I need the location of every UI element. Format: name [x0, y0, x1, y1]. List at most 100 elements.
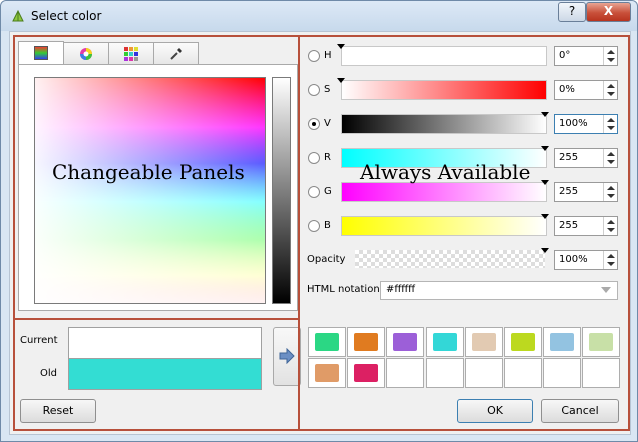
swatch-cell[interactable]	[543, 358, 582, 388]
spinbox-g[interactable]: 255	[554, 182, 618, 202]
swatch-color	[432, 333, 457, 351]
old-color-swatch[interactable]	[68, 358, 262, 390]
slider-marker[interactable]	[541, 146, 549, 151]
swatch-color	[354, 364, 379, 382]
window-title: Select color	[31, 9, 102, 23]
channel-label-s: S	[324, 84, 331, 95]
swatch-cell[interactable]	[582, 327, 621, 357]
current-color-swatch	[68, 327, 262, 359]
changeable-panels-label: Changeable Panels	[52, 160, 245, 184]
opacity-bar[interactable]	[355, 250, 545, 268]
swatch-cell[interactable]	[425, 327, 464, 357]
swatch-cell[interactable]	[347, 358, 386, 388]
radio-s[interactable]	[308, 84, 320, 96]
spin-up-icon[interactable]	[607, 186, 615, 190]
reset-button[interactable]: Reset	[20, 399, 96, 423]
radio-b[interactable]	[308, 220, 320, 232]
hue-gradient	[35, 78, 265, 303]
swatch-cell[interactable]	[504, 327, 542, 357]
swatch-color	[471, 333, 496, 351]
spin-up-icon[interactable]	[607, 118, 615, 122]
channel-slider-b[interactable]	[341, 216, 547, 236]
spin-up-icon[interactable]	[607, 50, 615, 54]
qgis-icon	[12, 9, 24, 22]
opacity-marker[interactable]	[541, 248, 549, 253]
add-to-swatches-button[interactable]	[273, 327, 301, 386]
saturation-value-area[interactable]	[34, 77, 266, 304]
swatch-color	[354, 333, 379, 351]
grid-icon	[124, 47, 138, 61]
swatch-cell[interactable]	[386, 358, 425, 388]
radio-h[interactable]	[308, 50, 320, 62]
tab-color-picker[interactable]	[153, 42, 199, 65]
close-button[interactable]: X	[586, 2, 631, 22]
spin-down-icon[interactable]	[607, 194, 615, 198]
swatch-cell[interactable]	[464, 327, 503, 357]
spin-up-icon[interactable]	[607, 152, 615, 156]
spin-down-icon[interactable]	[607, 126, 615, 130]
swatch-cell[interactable]	[425, 358, 464, 388]
opacity-label: Opacity	[307, 254, 346, 265]
spin-down-icon[interactable]	[607, 160, 615, 164]
spin-up-icon[interactable]	[607, 254, 615, 258]
channel-slider-v[interactable]	[341, 114, 547, 134]
radio-g[interactable]	[308, 186, 320, 198]
spin-down-icon[interactable]	[607, 228, 615, 232]
always-available-label: Always Available	[360, 160, 531, 184]
slider-marker[interactable]	[337, 78, 345, 83]
swatch-cell[interactable]	[464, 358, 503, 388]
slider-marker[interactable]	[337, 44, 345, 49]
channel-label-v: V	[324, 118, 331, 129]
help-button[interactable]: ?	[558, 2, 586, 22]
value-slider[interactable]	[272, 77, 291, 304]
html-notation-field[interactable]: #ffffff	[380, 281, 618, 300]
html-notation-value: #ffffff	[386, 284, 416, 295]
opacity-spinbox[interactable]: 100%	[554, 250, 618, 270]
html-notation-label: HTML notation	[307, 284, 380, 295]
swatch-color	[589, 333, 614, 351]
swatch-cell[interactable]	[347, 327, 386, 357]
tab-swatches[interactable]	[108, 42, 154, 65]
spin-down-icon[interactable]	[607, 58, 615, 62]
swatch-cell[interactable]	[308, 358, 346, 388]
spin-down-icon[interactable]	[607, 92, 615, 96]
slider-marker[interactable]	[541, 214, 549, 219]
slider-marker[interactable]	[541, 112, 549, 117]
swatch-cell[interactable]	[582, 358, 621, 388]
swatch-cell[interactable]	[308, 327, 346, 357]
spin-up-icon[interactable]	[607, 220, 615, 224]
channel-slider-s[interactable]	[341, 80, 547, 100]
spin-down-icon[interactable]	[607, 262, 615, 266]
swatch-cell[interactable]	[386, 327, 425, 357]
current-label: Current	[20, 335, 58, 346]
radio-v[interactable]	[308, 118, 320, 130]
swatch-cell[interactable]	[543, 327, 582, 357]
channel-label-g: G	[324, 186, 332, 197]
spinbox-s[interactable]: 0%	[554, 80, 618, 100]
spinbox-v[interactable]: 100%	[554, 114, 618, 134]
tab-color-ramp[interactable]	[18, 41, 64, 66]
tab-color-wheel[interactable]	[63, 42, 109, 65]
spinbox-r[interactable]: 255	[554, 148, 618, 168]
cancel-button[interactable]: Cancel	[541, 399, 619, 423]
channel-slider-g[interactable]	[341, 182, 547, 202]
channel-label-h: H	[324, 50, 332, 61]
channel-label-b: B	[324, 220, 331, 231]
swatch-color	[315, 364, 339, 382]
spinbox-h[interactable]: 0°	[554, 46, 618, 66]
channel-label-r: R	[324, 152, 331, 163]
ok-button[interactable]: OK	[457, 399, 533, 423]
channel-slider-h[interactable]	[341, 46, 547, 66]
chevron-down-icon[interactable]	[601, 287, 611, 293]
radio-r[interactable]	[308, 152, 320, 164]
swatch-color	[315, 333, 339, 351]
wheel-icon	[80, 48, 92, 60]
ramp-icon	[34, 46, 48, 60]
spin-up-icon[interactable]	[607, 84, 615, 88]
eyedropper-icon	[170, 48, 182, 60]
slider-marker[interactable]	[541, 180, 549, 185]
swatch-cell[interactable]	[504, 358, 542, 388]
swatch-color	[511, 333, 535, 351]
spinbox-b[interactable]: 255	[554, 216, 618, 236]
old-label: Old	[40, 368, 57, 379]
